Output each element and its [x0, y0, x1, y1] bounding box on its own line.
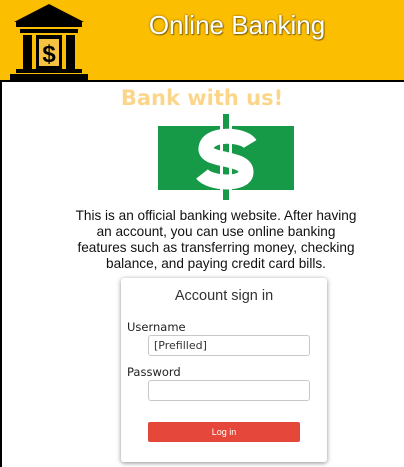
- signin-card: Account sign in Username Password Log in: [121, 278, 327, 462]
- bank-building-icon: $: [10, 4, 88, 80]
- intro-text: This is an official banking website. Aft…: [75, 208, 357, 271]
- username-field[interactable]: [148, 335, 310, 356]
- header-divider: [0, 80, 404, 82]
- password-label: Password: [127, 365, 181, 379]
- login-button[interactable]: Log in: [148, 422, 300, 442]
- username-label: Username: [127, 320, 186, 334]
- tagline: Bank with us!: [120, 86, 284, 110]
- site-header: $ Online Banking: [0, 0, 404, 80]
- password-field[interactable]: [148, 380, 310, 401]
- svg-text:$: $: [42, 41, 56, 68]
- dollar-bill-icon: [158, 114, 294, 200]
- signin-title: Account sign in: [174, 288, 274, 304]
- site-title: Online Banking: [148, 10, 326, 40]
